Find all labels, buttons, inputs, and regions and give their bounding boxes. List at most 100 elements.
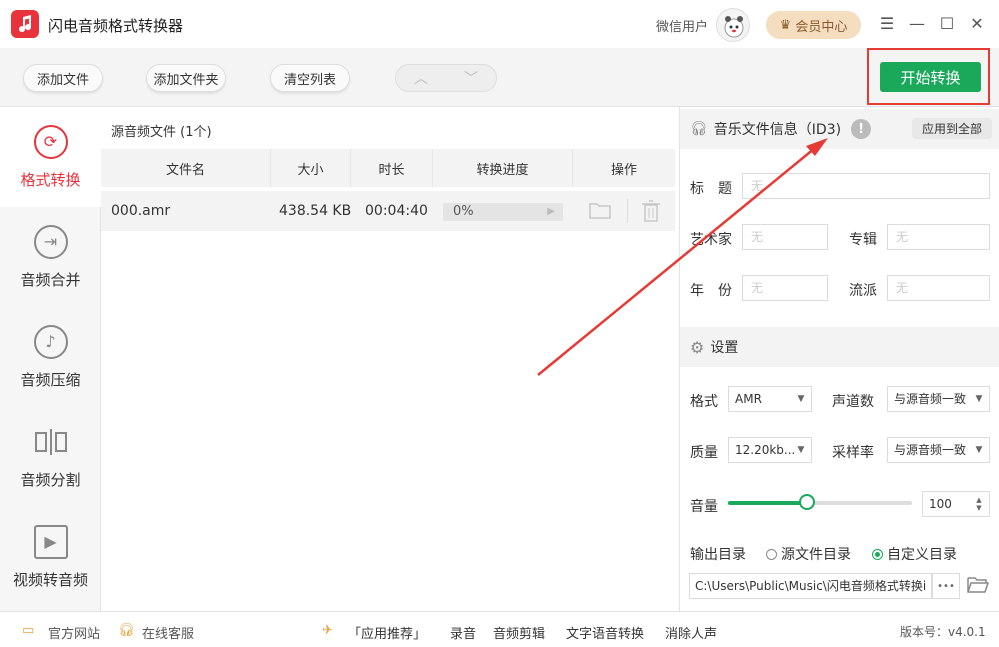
- year-label: 年 份: [690, 283, 732, 299]
- browse-more-button[interactable]: •••: [932, 573, 960, 599]
- artist-field[interactable]: 无: [742, 224, 828, 250]
- headphones-icon: 🎧︎: [690, 121, 708, 137]
- add-folder-button[interactable]: 添加文件夹: [146, 64, 226, 92]
- record-link[interactable]: 录音: [450, 623, 476, 642]
- sidebar-item-audio-split[interactable]: 音频分割: [0, 407, 101, 507]
- sidebar-item-video-to-audio[interactable]: ▶ 视频转音频: [0, 507, 101, 607]
- app-title: 闪电音频格式转换器: [48, 17, 184, 35]
- right-panel: 🎧︎ 音乐文件信息（ID3) ! 应用到全部 标 题 无 艺术家 无 专辑 无 …: [679, 107, 999, 611]
- sidebar-item-audio-merge[interactable]: ⇥ 音频合并: [0, 207, 101, 307]
- sidebar-item-label: 音频压缩: [20, 370, 81, 389]
- chevron-down-icon: ▼: [973, 438, 985, 462]
- play-icon: ▶: [33, 524, 68, 559]
- id3-title: 音乐文件信息（ID3): [713, 122, 842, 138]
- samplerate-label: 采样率: [832, 445, 874, 461]
- close-icon[interactable]: ✕: [966, 12, 988, 34]
- music-note-icon: ♪: [33, 324, 68, 359]
- progress-bar: 0% ▶: [443, 203, 563, 221]
- action-divider: [627, 199, 628, 223]
- trash-icon[interactable]: [641, 200, 661, 226]
- file-duration-cell: 00:04:40: [365, 203, 428, 219]
- version-label: 版本号：v4.0.1: [900, 625, 986, 639]
- app-logo-icon: [11, 10, 39, 38]
- volume-slider[interactable]: [728, 494, 912, 510]
- avatar[interactable]: [716, 8, 750, 42]
- title-label: 标 题: [690, 181, 732, 197]
- volume-stepper[interactable]: 100 ▲ ▼: [922, 491, 990, 517]
- radio-checked-icon: [872, 548, 883, 560]
- menu-icon[interactable]: ☰: [876, 12, 898, 34]
- sidebar-item-audio-compress[interactable]: ♪ 音频压缩: [0, 307, 101, 407]
- samplerate-value: 与源音频一致: [894, 443, 967, 457]
- play-icon[interactable]: ▶: [547, 203, 555, 221]
- id3-section-header: 🎧︎ 音乐文件信息（ID3) ! 应用到全部: [680, 109, 999, 149]
- radio-source-dir[interactable]: 源文件目录: [766, 544, 851, 564]
- title-field[interactable]: 无: [742, 173, 990, 199]
- sidebar: ⟳ 格式转换 ⇥ 音频合并 ♪ 音频压缩 音频分割 ▶ 视频转音频: [0, 107, 101, 611]
- stepper-arrows-icon[interactable]: ▲ ▼: [973, 492, 985, 516]
- info-icon[interactable]: !: [851, 119, 872, 139]
- vocal-remove-link[interactable]: 消除人声: [665, 623, 717, 642]
- folder-open-icon[interactable]: [967, 576, 990, 598]
- folder-icon[interactable]: [589, 201, 611, 223]
- radio-custom-dir[interactable]: 自定义目录: [872, 544, 957, 564]
- website-icon: ▭: [22, 623, 35, 638]
- file-name-cell: 000.amr: [111, 203, 171, 219]
- apply-all-button[interactable]: 应用到全部: [911, 118, 992, 139]
- chevron-down-icon: ▼: [795, 438, 807, 462]
- genre-field[interactable]: 无: [887, 275, 990, 301]
- status-bar: ▭ 官方网站 🎧︎ 在线客服 ✈ 「应用推荐」 录音 音频剪辑 文字语音转换 消…: [0, 611, 999, 647]
- quality-select[interactable]: 12.20kb... ▼: [728, 437, 812, 463]
- format-label: 格式: [690, 394, 718, 410]
- format-value: AMR: [735, 392, 762, 406]
- year-field[interactable]: 无: [742, 275, 828, 301]
- progress-text: 0%: [453, 204, 474, 219]
- chevron-down-icon: ▼: [795, 387, 807, 411]
- refresh-icon: ⟳: [33, 124, 68, 159]
- move-up-icon[interactable]: ︿: [414, 68, 428, 88]
- toolbar: 添加文件 添加文件夹 清空列表 ︿ ﹀: [0, 48, 999, 107]
- file-size-cell: 438.54 KB: [279, 203, 352, 219]
- radio-custom-label: 自定义目录: [887, 547, 957, 563]
- minimize-icon[interactable]: —: [906, 12, 928, 34]
- radio-source-label: 源文件目录: [781, 547, 851, 563]
- user-name[interactable]: 微信用户: [656, 16, 708, 35]
- move-down-icon[interactable]: ﹀: [464, 68, 478, 88]
- add-file-button[interactable]: 添加文件: [23, 64, 103, 92]
- table-row[interactable]: 000.amr 438.54 KB 00:04:40 0% ▶: [101, 191, 675, 231]
- format-select[interactable]: AMR ▼: [728, 386, 812, 412]
- start-convert-button[interactable]: 开始转换: [880, 62, 981, 92]
- website-link[interactable]: 官方网站: [48, 623, 100, 642]
- output-path-field[interactable]: C:\Users\Public\Music\闪电音频格式转换i: [689, 573, 932, 599]
- album-field[interactable]: 无: [887, 224, 990, 250]
- file-list-panel: 源音频文件 (1个) 文件名 大小 时长 转换进度 操作 000.amr 438…: [101, 107, 675, 611]
- samplerate-select[interactable]: 与源音频一致 ▼: [887, 437, 990, 463]
- sidebar-item-label: 视频转音频: [12, 570, 88, 589]
- quality-label: 质量: [690, 445, 718, 461]
- rocket-icon: ✈: [322, 623, 333, 638]
- merge-icon: ⇥: [33, 224, 68, 259]
- channels-select[interactable]: 与源音频一致 ▼: [887, 386, 990, 412]
- artist-label: 艺术家: [690, 232, 732, 248]
- file-table-header: 文件名 大小 时长 转换进度 操作: [101, 149, 675, 187]
- crown-icon: ♛: [779, 17, 792, 33]
- column-header-progress: 转换进度: [433, 149, 573, 187]
- vip-center-button[interactable]: ♛ 会员中心: [766, 11, 861, 39]
- tts-link[interactable]: 文字语音转换: [566, 623, 644, 642]
- headset-icon: 🎧︎: [118, 623, 135, 638]
- sidebar-item-label: 格式转换: [20, 170, 81, 189]
- clear-list-button[interactable]: 清空列表: [270, 64, 350, 92]
- volume-slider-handle[interactable]: [799, 494, 816, 510]
- gear-icon: ⚙: [690, 337, 705, 357]
- column-header-actions: 操作: [610, 162, 637, 178]
- service-link[interactable]: 在线客服: [142, 623, 194, 642]
- recommend-label: 「应用推荐」: [348, 627, 427, 642]
- file-count-label: 源音频文件 (1个): [111, 125, 212, 140]
- audio-edit-link[interactable]: 音频剪辑: [493, 623, 545, 642]
- channels-label: 声道数: [832, 394, 874, 410]
- sidebar-item-label: 音频分割: [20, 470, 81, 489]
- output-dir-label: 输出目录: [690, 547, 746, 563]
- column-header-duration: 时长: [351, 149, 433, 187]
- maximize-icon[interactable]: ☐: [936, 12, 958, 34]
- sidebar-item-format-convert[interactable]: ⟳ 格式转换: [0, 107, 101, 207]
